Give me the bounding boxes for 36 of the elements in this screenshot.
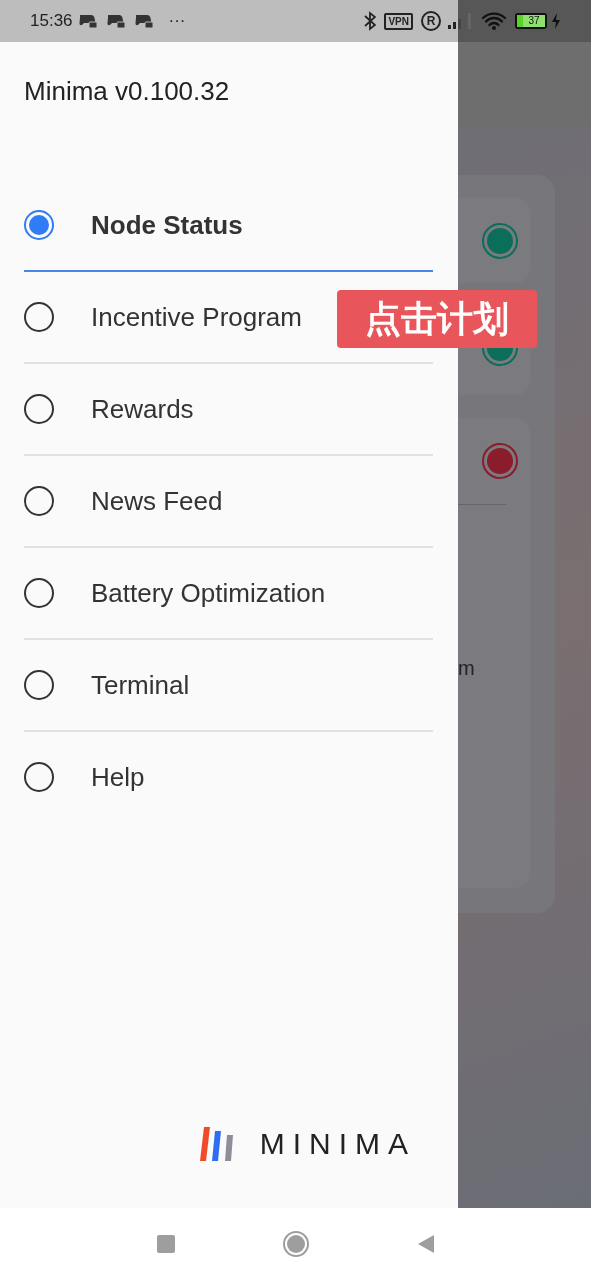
radio-button[interactable] <box>24 762 54 792</box>
battery-indicator: 37 <box>515 13 547 29</box>
menu-label: Incentive Program <box>91 300 302 334</box>
radio-button[interactable] <box>24 578 54 608</box>
clock-time: 15:36 <box>30 10 73 33</box>
registered-indicator: R <box>421 11 441 31</box>
menu-label: Terminal <box>91 668 190 702</box>
recent-apps-button[interactable] <box>156 1235 175 1253</box>
bluetooth-icon <box>364 11 377 31</box>
more-notifications: ··· <box>168 10 186 33</box>
menu-label: Rewards <box>91 392 194 426</box>
radio-button[interactable] <box>24 210 54 240</box>
charging-icon <box>551 13 561 29</box>
signal-icon <box>447 12 473 30</box>
menu-label: Help <box>91 760 145 794</box>
wifi-icon <box>481 11 507 31</box>
annotation-tooltip: 点击计划 <box>337 290 537 348</box>
radio-button[interactable] <box>24 670 54 700</box>
back-button[interactable] <box>416 1234 435 1254</box>
menu-label: Node Status <box>91 208 243 242</box>
minima-wordmark: MINIMA <box>259 1126 416 1162</box>
menu-item[interactable]: Rewards <box>24 364 433 454</box>
menu-item[interactable]: Node Status <box>24 180 433 270</box>
radio-button[interactable] <box>24 486 54 516</box>
menu-item[interactable]: Battery Optimization <box>24 548 433 638</box>
home-button[interactable] <box>282 1231 309 1257</box>
menu-label: Battery Optimization <box>91 576 326 610</box>
menu-item[interactable]: News Feed <box>24 456 433 546</box>
menu-item[interactable]: Terminal <box>24 640 433 730</box>
vpn-indicator: VPN <box>384 12 413 30</box>
menu-item[interactable]: Help <box>24 732 433 822</box>
app-version-title: Minima v0.100.32 <box>24 75 231 108</box>
menu-label: News Feed <box>91 484 223 518</box>
partial-text: m <box>458 656 476 681</box>
radio-button[interactable] <box>24 394 54 424</box>
radio-button[interactable] <box>24 302 54 332</box>
